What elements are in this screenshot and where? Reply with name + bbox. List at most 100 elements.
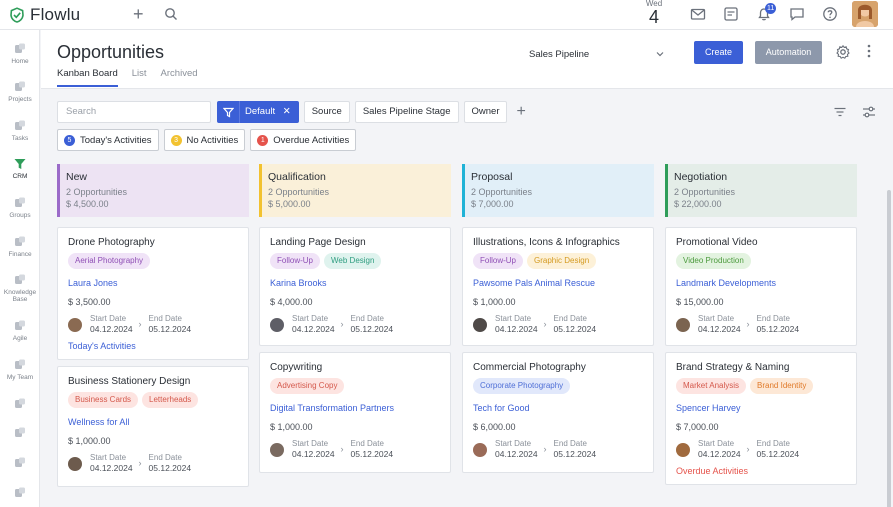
opportunity-card[interactable]: Drone Photography Aerial Photography Laura…	[57, 227, 249, 360]
sidebar-item-my-team[interactable]: My Team	[0, 358, 40, 381]
notes-icon[interactable]	[723, 6, 739, 22]
opportunity-card[interactable]: Business Stationery Design Business Cards…	[57, 366, 249, 487]
owner-avatar[interactable]	[473, 443, 487, 457]
filter-button[interactable]	[217, 101, 239, 123]
default-filter-chip[interactable]: Default ✕	[239, 101, 299, 123]
contact-link[interactable]: Karina Brooks	[270, 278, 327, 288]
card-title[interactable]: Business Stationery Design	[68, 376, 190, 387]
owner-avatar[interactable]	[676, 318, 690, 332]
card-title[interactable]: Illustrations, Icons & Infographics	[473, 237, 620, 248]
owner-avatar[interactable]	[676, 443, 690, 457]
gear-icon[interactable]	[836, 45, 850, 59]
sort-icon[interactable]	[834, 107, 846, 117]
opportunity-card[interactable]: Illustrations, Icons & Infographics Follo…	[462, 227, 654, 346]
opportunity-card[interactable]: Landing Page Design Follow-Up Web Design Ka…	[259, 227, 451, 346]
end-date-label: End Date	[756, 314, 790, 323]
card-activity-status[interactable]: Today's Activities	[68, 341, 136, 351]
contact-link[interactable]: Landmark Developments	[676, 278, 776, 288]
search-input[interactable]: Search	[57, 101, 211, 123]
sidebar-item-crm[interactable]: CRM	[0, 157, 40, 180]
opportunity-card[interactable]: Commercial Photography Corporate Photogra…	[462, 352, 654, 473]
sidebar-item-extra-11[interactable]	[0, 456, 40, 470]
add-filter-icon[interactable]: +	[516, 101, 525, 123]
kanban-column-negotiation: Negotiation 2 Opportunities $ 22,000.00	[665, 164, 857, 217]
sidebar-item-tasks[interactable]: Tasks	[0, 119, 40, 142]
sidebar-item-groups[interactable]: Groups	[0, 196, 40, 219]
plus-icon[interactable]: +	[133, 5, 144, 23]
column-count: 2 Opportunities	[268, 187, 330, 197]
contact-link[interactable]: Pawsome Pals Animal Rescue	[473, 278, 595, 288]
activity-filter-no-activities[interactable]: 3 No Activities	[163, 129, 246, 151]
mail-icon[interactable]	[690, 6, 706, 22]
sidebar-item-agile[interactable]: Agile	[0, 319, 40, 342]
card-title[interactable]: Commercial Photography	[473, 362, 586, 373]
owner-avatar[interactable]	[68, 318, 82, 332]
column-amount: $ 22,000.00	[674, 199, 722, 209]
owner-avatar[interactable]	[68, 457, 82, 471]
extra-icon	[15, 487, 25, 497]
filter-source[interactable]: Source	[303, 101, 350, 123]
opportunity-card[interactable]: Promotional Video Video Production Landmar…	[665, 227, 857, 346]
sidebar-item-home[interactable]: Home	[0, 42, 40, 65]
contact-link[interactable]: Spencer Harvey	[676, 403, 741, 413]
owner-avatar[interactable]	[473, 318, 487, 332]
sidebar-item-extra-10[interactable]	[0, 426, 40, 440]
card-title[interactable]: Copywriting	[270, 362, 322, 373]
opportunity-card[interactable]: Brand Strategy & Naming Market Analysis Br…	[665, 352, 857, 485]
tag: Aerial Photography	[68, 253, 151, 269]
count-badge: 1	[257, 134, 269, 146]
card-title[interactable]: Promotional Video	[676, 237, 758, 248]
create-button[interactable]: Create	[694, 41, 743, 64]
start-date-label: Start Date	[90, 314, 127, 323]
activity-filter-label: No Activities	[186, 134, 239, 146]
contact-link[interactable]: Wellness for All	[68, 417, 129, 427]
scrollbar[interactable]	[887, 190, 891, 507]
knowledge-icon	[15, 274, 25, 284]
close-icon[interactable]: ✕	[283, 106, 291, 117]
user-avatar[interactable]	[852, 1, 878, 27]
filter-sales-pipeline-stage[interactable]: Sales Pipeline Stage	[354, 101, 459, 123]
column-header[interactable]: Qualification 2 Opportunities $ 5,000.00	[259, 164, 451, 217]
contact-link[interactable]: Digital Transformation Partners	[270, 403, 394, 413]
owner-avatar[interactable]	[270, 318, 284, 332]
tab-kanban-board[interactable]: Kanban Board	[57, 68, 118, 87]
opportunity-card[interactable]: Copywriting Advertising Copy Digital Trans…	[259, 352, 451, 473]
tab-list[interactable]: List	[132, 68, 147, 87]
card-activity-status[interactable]: Overdue Activities	[676, 466, 748, 476]
card-title[interactable]: Drone Photography	[68, 237, 155, 248]
chat-icon[interactable]	[789, 6, 805, 22]
contact-link[interactable]: Laura Jones	[68, 278, 118, 288]
sidebar-item-finance[interactable]: Finance	[0, 235, 40, 258]
column-header[interactable]: New 2 Opportunities $ 4,500.00	[57, 164, 249, 217]
contact-link[interactable]: Tech for Good	[473, 403, 530, 413]
tab-archived[interactable]: Archived	[161, 68, 198, 87]
pipeline-select-value: Sales Pipeline	[529, 48, 590, 60]
column-title: Qualification	[268, 171, 326, 183]
more-options-icon[interactable]	[867, 44, 871, 58]
card-amount: $ 3,500.00	[68, 297, 111, 307]
end-date-label: End Date	[350, 314, 384, 323]
sidebar-item-extra-9[interactable]	[0, 397, 40, 411]
card-title[interactable]: Landing Page Design	[270, 237, 366, 248]
sidebar-item-knowledge-base[interactable]: Knowledge Base	[0, 273, 40, 303]
activity-filter-overdue-activities[interactable]: 1 Overdue Activities	[250, 129, 357, 151]
owner-avatar[interactable]	[270, 443, 284, 457]
pipeline-select[interactable]: Sales Pipeline	[529, 46, 664, 62]
calendar-date[interactable]: Wed 4	[643, 0, 665, 26]
filter-owner[interactable]: Owner	[463, 101, 508, 123]
activity-filter-label: Overdue Activities	[273, 134, 350, 146]
column-header[interactable]: Proposal 2 Opportunities $ 7,000.00	[462, 164, 654, 217]
sidebar-item-extra-12[interactable]	[0, 486, 40, 500]
activity-filter-today-s-activities[interactable]: 5 Today's Activities	[57, 129, 159, 151]
activity-filter-label: Today's Activities	[80, 134, 152, 146]
help-icon[interactable]	[822, 6, 838, 22]
automation-button[interactable]: Automation	[755, 41, 822, 64]
sidebar-item-projects[interactable]: Projects	[0, 80, 40, 103]
column-amount: $ 4,500.00	[66, 199, 109, 209]
card-title[interactable]: Brand Strategy & Naming	[676, 362, 789, 373]
column-header[interactable]: Negotiation 2 Opportunities $ 22,000.00	[665, 164, 857, 217]
chevron-right-icon: ›	[543, 444, 547, 454]
app-logo[interactable]: Flowlu	[9, 5, 80, 25]
sliders-icon[interactable]	[862, 105, 876, 119]
search-icon[interactable]	[164, 7, 178, 21]
